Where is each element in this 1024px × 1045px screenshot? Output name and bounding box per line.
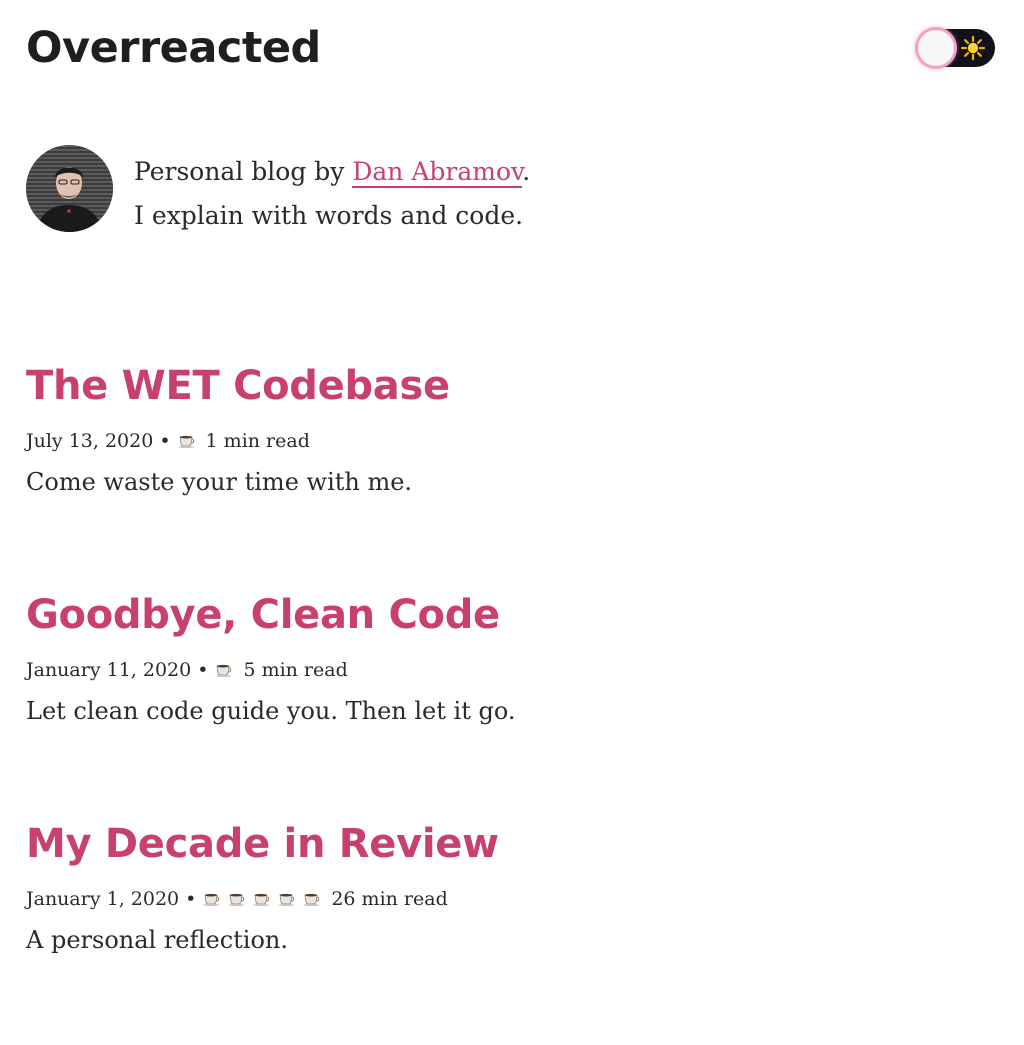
post-spoiler: Let clean code guide you. Then let it go… <box>26 697 516 725</box>
bio-line-1: Personal blog by Dan Abramov. <box>134 150 530 194</box>
post-date: January 1, 2020 <box>26 888 180 910</box>
bio-prefix: Personal blog by <box>134 157 353 186</box>
coffee-cup-icon <box>302 885 322 906</box>
bio-suffix: . <box>522 157 531 186</box>
bio-section: Personal blog by Dan Abramov. I explain … <box>26 145 726 235</box>
post-date: July 13, 2020 <box>26 430 154 452</box>
post-item: Goodbye, Clean Code January 11, 2020 • 5 m… <box>26 587 926 816</box>
post-item: My Decade in Review January 1, 2020 • 26 m… <box>26 816 926 1045</box>
post-date: January 11, 2020 <box>26 659 192 681</box>
post-meta: January 1, 2020 • 26 min read <box>26 884 926 914</box>
author-link[interactable]: Dan Abramov <box>352 157 523 188</box>
post-meta: January 11, 2020 • 5 min read <box>26 655 926 685</box>
coffee-cup-icon <box>252 885 272 906</box>
read-time-cups <box>214 659 239 681</box>
read-time-cups <box>177 430 202 452</box>
site-header: Overreacted <box>26 22 998 78</box>
sun-icon <box>960 35 986 61</box>
theme-toggle[interactable] <box>917 29 995 67</box>
post-title-link[interactable]: The WET Codebase <box>26 358 450 418</box>
site-title-link[interactable]: Overreacted <box>26 22 321 74</box>
meta-separator: • <box>197 659 209 681</box>
meta-separator: • <box>185 888 197 910</box>
read-time-cups <box>202 888 327 910</box>
coffee-cup-icon <box>177 427 197 448</box>
toggle-knob <box>918 30 954 66</box>
bio-tagline: I explain with words and code. <box>134 201 524 230</box>
coffee-cup-icon <box>277 885 297 906</box>
coffee-cup-icon <box>227 885 247 906</box>
read-time: 5 min read <box>243 659 348 681</box>
coffee-cup-icon <box>214 656 234 677</box>
bio-text: Personal blog by Dan Abramov. I explain … <box>134 150 530 238</box>
post-spoiler: Come waste your time with me. <box>26 468 413 496</box>
coffee-cup-icon <box>202 885 222 906</box>
post-item: The WET Codebase July 13, 2020 • 1 min rea… <box>26 358 926 587</box>
post-meta: July 13, 2020 • 1 min read <box>26 426 926 456</box>
post-title-link[interactable]: My Decade in Review <box>26 816 499 876</box>
meta-separator: • <box>159 430 171 452</box>
read-time: 26 min read <box>331 888 448 910</box>
post-list: The WET Codebase July 13, 2020 • 1 min rea… <box>26 358 926 1045</box>
author-avatar <box>26 145 113 232</box>
post-spoiler: A personal reflection. <box>26 926 289 954</box>
read-time: 1 min read <box>205 430 310 452</box>
post-title-link[interactable]: Goodbye, Clean Code <box>26 587 500 647</box>
